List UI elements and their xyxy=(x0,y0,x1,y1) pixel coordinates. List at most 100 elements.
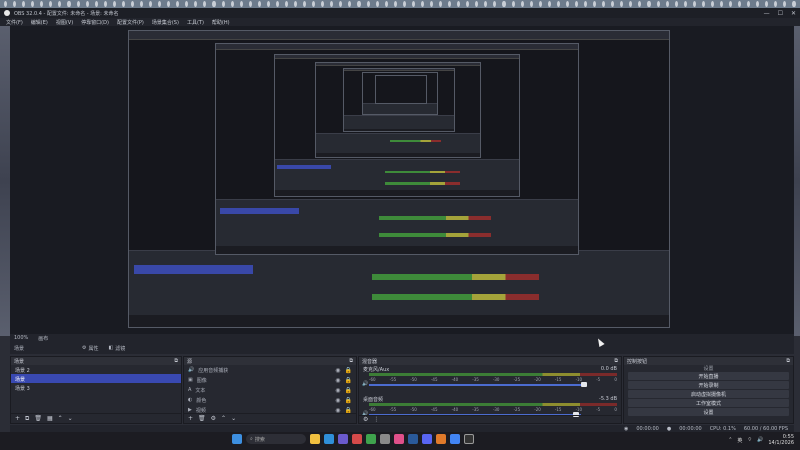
channel-db: -5.3 dB xyxy=(599,396,617,402)
speaker-icon[interactable]: 🔊 xyxy=(362,381,368,387)
meter-ticks: -60 -55 -50 -45 -40 -35 -30 -25 -20 -15 -10 -5 0 xyxy=(369,407,617,412)
desktop-icon-strip xyxy=(0,0,800,8)
scenes-dock-header: 场景 ⧉ xyxy=(11,357,181,365)
mixer-dock-header: 混音器 ⧉ xyxy=(359,357,621,365)
dock-float-icon[interactable]: ⧉ xyxy=(349,358,353,364)
os-taskbar: ⌕ 搜索 ⌃ 英 ⌔ 🔊 0:55 14/1/2026 xyxy=(0,432,800,450)
stream-time: 00:00:00 xyxy=(636,425,659,432)
scene-item[interactable]: 场景 3 xyxy=(11,383,181,392)
nested-capture-1 xyxy=(128,30,670,328)
menu-tools[interactable]: 工具(T) xyxy=(187,19,204,26)
settings-button[interactable]: 设置 xyxy=(628,408,789,416)
menu-profile[interactable]: 配置文件(P) xyxy=(117,19,144,26)
start-recording-button[interactable]: 开始录制 xyxy=(628,381,789,389)
add-source-icon[interactable]: + xyxy=(188,415,193,422)
dock-float-icon[interactable]: ⧉ xyxy=(614,358,618,364)
remove-source-icon[interactable]: 🗑 xyxy=(198,415,206,422)
remove-scene-icon[interactable]: 🗑 xyxy=(34,415,42,422)
minimize-button[interactable]: — xyxy=(764,10,770,17)
preview-canvas[interactable] xyxy=(10,26,794,334)
move-up-icon[interactable]: ⌃ xyxy=(58,415,63,422)
move-down-icon[interactable]: ⌄ xyxy=(231,415,236,422)
system-tray: ⌃ 英 ⌔ 🔊 0:55 14/1/2026 xyxy=(728,434,794,446)
windows-start-icon[interactable] xyxy=(232,434,242,444)
app-icon[interactable] xyxy=(352,434,362,444)
sources-dock-header: 源 ⧉ xyxy=(184,357,356,365)
fader-knob[interactable] xyxy=(581,382,587,387)
color-source-icon: ◐ xyxy=(188,397,193,403)
nested-capture-7 xyxy=(375,75,427,104)
cpu-usage: CPU: 0.1% xyxy=(709,425,736,432)
dock-float-icon[interactable]: ⧉ xyxy=(174,358,178,364)
app-icon[interactable] xyxy=(338,434,348,444)
close-button[interactable]: ✕ xyxy=(791,10,796,17)
maximize-button[interactable]: ☐ xyxy=(778,10,783,17)
app-icon[interactable] xyxy=(380,434,390,444)
lock-icon[interactable]: 🔒 xyxy=(345,387,352,394)
properties-button[interactable]: ⚙ 属性 xyxy=(82,345,99,352)
edge-browser-icon[interactable] xyxy=(324,434,334,444)
steam-icon[interactable] xyxy=(408,434,418,444)
input-language[interactable]: 英 xyxy=(737,437,742,444)
filters-button[interactable]: ◧ 滤镜 xyxy=(109,345,126,352)
start-streaming-button[interactable]: 开始直播 xyxy=(628,372,789,380)
menu-view[interactable]: 视图(V) xyxy=(56,19,73,26)
sources-dock: 源 ⧉ 🔊 应用音频捕获 ◉ 🔒 ▣ 图像 ◉ 🔒 A 文本 ◉ 🔒 ◐ 颜色 ◉ 🔒 … xyxy=(183,356,357,424)
add-scene-icon[interactable]: + xyxy=(15,415,20,422)
source-properties-icon[interactable]: ⚙ xyxy=(211,415,216,422)
lock-icon[interactable]: 🔒 xyxy=(345,367,352,374)
lock-icon[interactable]: 🔒 xyxy=(345,377,352,384)
tray-chevron-icon[interactable]: ⌃ xyxy=(728,437,732,443)
preview-controls-row: 100% 画布 xyxy=(10,334,794,342)
image-source-icon: ▣ xyxy=(188,377,193,383)
canvas-label[interactable]: 画布 xyxy=(38,335,48,342)
visibility-eye-icon[interactable]: ◉ xyxy=(335,377,340,384)
menu-docks[interactable]: 停靠窗口(D) xyxy=(81,19,109,26)
source-item[interactable]: ▣ 图像 ◉ 🔒 xyxy=(184,375,356,385)
scene-item[interactable]: 场景 2 xyxy=(11,365,181,374)
mixer-menu-icon[interactable]: ⋮ xyxy=(373,416,379,423)
mixer-settings-icon[interactable]: ⚙ xyxy=(363,416,368,423)
move-down-icon[interactable]: ⌄ xyxy=(68,415,73,422)
move-up-icon[interactable]: ⌃ xyxy=(221,415,226,422)
zoom-level[interactable]: 100% xyxy=(14,335,28,341)
file-explorer-icon[interactable] xyxy=(310,434,320,444)
discord-icon[interactable] xyxy=(422,434,432,444)
source-item[interactable]: 🔊 应用音频捕获 ◉ 🔒 xyxy=(184,365,356,375)
obs-taskbar-icon[interactable] xyxy=(464,434,474,444)
chrome-icon[interactable] xyxy=(450,434,460,444)
visibility-eye-icon[interactable]: ◉ xyxy=(335,387,340,394)
lock-icon[interactable]: 🔒 xyxy=(345,397,352,404)
taskbar-search[interactable]: ⌕ 搜索 xyxy=(246,434,306,444)
controls-settings-label: 设置 xyxy=(703,366,714,372)
volume-icon[interactable]: 🔊 xyxy=(757,437,763,443)
scene-item-active[interactable]: 场景 xyxy=(11,374,181,383)
window-titlebar: OBS 32.0.4 - 配置文件: 未命名 - 场景: 未命名 — ☐ ✕ xyxy=(0,8,800,18)
menu-scene-collection[interactable]: 场景集合(S) xyxy=(152,19,179,26)
scene-filters-icon[interactable]: ▦ xyxy=(47,415,53,422)
menu-bar: 文件(F) 编辑(E) 视图(V) 停靠窗口(D) 配置文件(P) 场景集合(S… xyxy=(0,18,800,26)
volume-fader[interactable] xyxy=(369,384,581,386)
menu-file[interactable]: 文件(F) xyxy=(6,19,23,26)
meter-ticks: -60 -55 -50 -45 -40 -35 -30 -25 -20 -15 -10 -5 0 xyxy=(369,377,617,382)
copy-scene-icon[interactable]: ⧉ xyxy=(25,415,29,423)
menu-help[interactable]: 帮助(H) xyxy=(212,19,230,26)
start-virtual-camera-button[interactable]: 启动虚拟摄像机 xyxy=(628,390,789,398)
taskbar-clock[interactable]: 0:55 14/1/2026 xyxy=(768,434,794,446)
source-item[interactable]: ◐ 颜色 ◉ 🔒 xyxy=(184,395,356,405)
source-toolbar: 场景 ⚙ 属性 ◧ 滤镜 xyxy=(10,342,794,354)
dock-float-icon[interactable]: ⧉ xyxy=(786,358,790,364)
studio-mode-button[interactable]: 工作室模式 xyxy=(628,399,789,407)
audio-mixer-dock: 混音器 ⧉ 麦克风/Aux 0.0 dB -60 -55 -50 -45 -40 -35 -3… xyxy=(358,356,622,424)
wifi-icon[interactable]: ⌔ xyxy=(747,437,752,443)
visibility-eye-icon[interactable]: ◉ xyxy=(335,397,340,404)
menu-edit[interactable]: 编辑(E) xyxy=(31,19,48,26)
source-item[interactable]: A 文本 ◉ 🔒 xyxy=(184,385,356,395)
nested-capture-3 xyxy=(274,54,520,197)
visibility-eye-icon[interactable]: ◉ xyxy=(335,367,340,374)
nested-capture-6 xyxy=(362,72,438,115)
taskbar-center: ⌕ 搜索 xyxy=(232,434,474,444)
app-icon[interactable] xyxy=(394,434,404,444)
firefox-icon[interactable] xyxy=(436,434,446,444)
xbox-icon[interactable] xyxy=(366,434,376,444)
